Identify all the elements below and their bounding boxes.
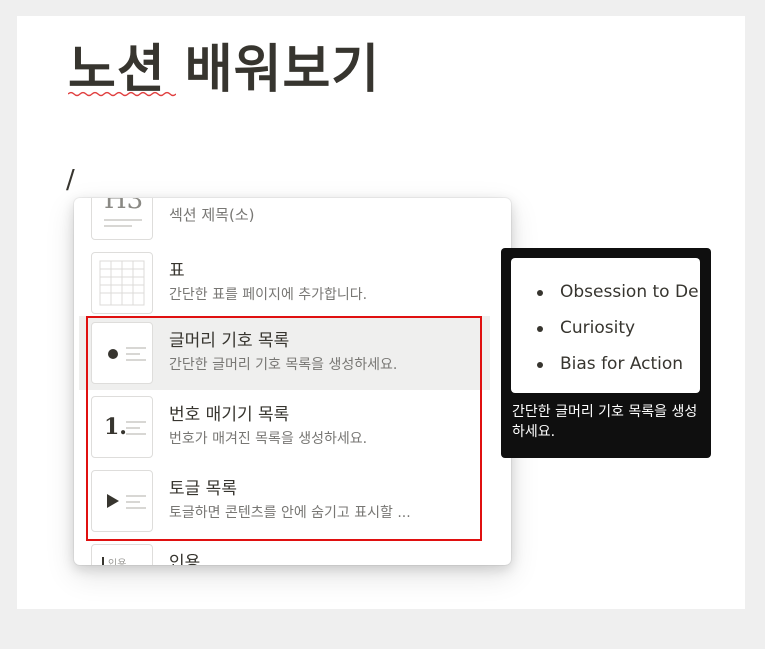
slash-command-menu: H3 섹션 제목(소) 표 간단한 표를 페이지에 추가합니다. 글머리 기호 …	[74, 198, 511, 565]
menu-item-label: 번호 매기기 목록	[169, 405, 290, 425]
menu-item-description: 간단한 표를 페이지에 추가합니다.	[169, 287, 368, 303]
numbered-thumb-text: 1.	[104, 414, 127, 440]
menu-item-quote[interactable]: 인용 인용	[79, 538, 490, 565]
preview-bullet-list: Obsession to Deliver Curiosity Bias for …	[537, 280, 700, 388]
menu-item-label: 인용	[169, 553, 201, 565]
bulleted-list-icon	[91, 322, 153, 384]
slash-command-text[interactable]: /	[66, 165, 75, 195]
quote-thumb-text: 인용	[108, 559, 127, 565]
table-icon	[91, 252, 153, 314]
menu-item-description: 번호가 매겨진 목록을 생성하세요.	[169, 431, 368, 447]
toggle-list-icon	[91, 470, 153, 532]
numbered-list-icon: 1.	[91, 396, 153, 458]
menu-item-heading-3[interactable]: H3 섹션 제목(소)	[79, 198, 490, 246]
menu-item-numbered-list[interactable]: 1. 번호 매기기 목록 번호가 매겨진 목록을 생성하세요.	[79, 390, 490, 464]
menu-item-description: 토글하면 콘텐츠를 안에 숨기고 표시할 ...	[169, 505, 411, 521]
corner-decoration	[742, 603, 765, 649]
quote-icon: 인용	[91, 544, 153, 565]
menu-item-label: 토글 목록	[169, 479, 237, 499]
preview-bullet-item: Bias for Action	[537, 352, 700, 388]
corner-decoration	[742, 0, 765, 23]
menu-item-toggle-list[interactable]: 토글 목록 토글하면 콘텐츠를 안에 숨기고 표시할 ...	[79, 464, 490, 538]
preview-bullet-item: Obsession to Deliver	[537, 280, 700, 316]
heading-thumb-text: H3	[104, 198, 144, 215]
menu-item-label: 표	[169, 261, 185, 281]
tooltip-preview-card: Obsession to Deliver Curiosity Bias for …	[511, 258, 700, 393]
menu-item-description: 간단한 글머리 기호 목록을 생성하세요.	[169, 357, 398, 373]
menu-item-label: 글머리 기호 목록	[169, 331, 290, 351]
corner-decoration	[0, 603, 23, 649]
heading-3-icon: H3	[91, 198, 153, 240]
tooltip-caption: 간단한 글머리 기호 목록을 생성하세요.	[512, 404, 698, 440]
spellcheck-underline	[68, 91, 176, 97]
item-preview-tooltip: Obsession to Deliver Curiosity Bias for …	[501, 248, 711, 458]
preview-bullet-item: Curiosity	[537, 316, 700, 352]
menu-item-table[interactable]: 표 간단한 표를 페이지에 추가합니다.	[79, 246, 490, 320]
menu-item-label: 섹션 제목(소)	[169, 206, 255, 224]
menu-item-bulleted-list[interactable]: 글머리 기호 목록 간단한 글머리 기호 목록을 생성하세요.	[79, 316, 490, 390]
